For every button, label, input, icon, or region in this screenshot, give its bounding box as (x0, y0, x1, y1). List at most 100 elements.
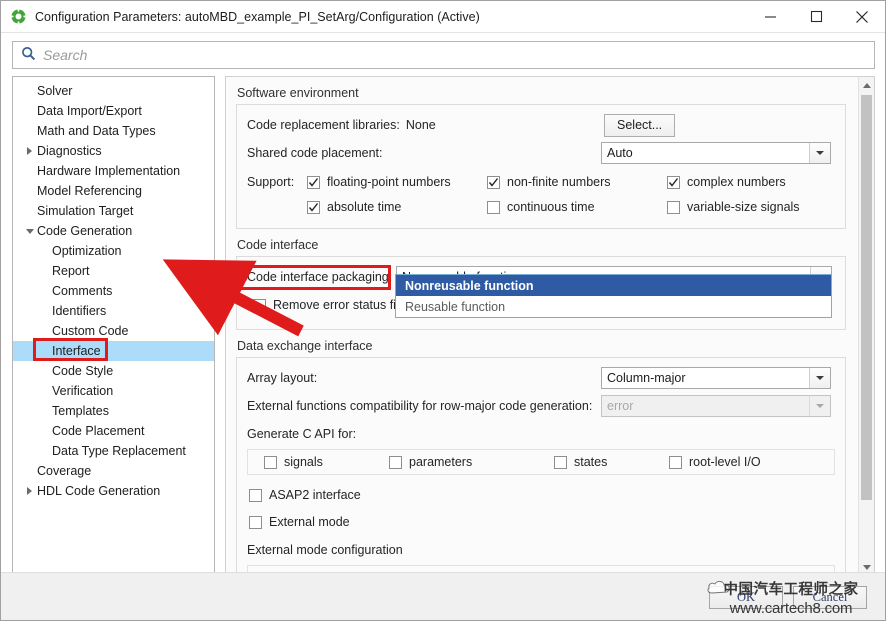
checkbox-label: External mode (269, 515, 350, 529)
checkbox-box[interactable] (667, 200, 680, 214)
footer-buttons: OK Cancel (709, 586, 867, 609)
checkbox-box[interactable] (249, 515, 262, 529)
scrollbar-thumb[interactable] (861, 95, 872, 500)
shared-code-placement-combo[interactable]: Auto (601, 142, 831, 164)
tree-item-label: Code Generation (37, 224, 133, 238)
array-layout-label: Array layout: (247, 371, 318, 385)
generate-c-api-label: Generate C API for: (247, 427, 357, 441)
checkbox-box[interactable] (669, 455, 682, 469)
tree-item-simulation-target[interactable]: Simulation Target (13, 201, 214, 221)
ok-button[interactable]: OK (709, 586, 783, 609)
software-environment-title: Software environment (237, 86, 359, 100)
checkbox-floating-point-numbers[interactable]: floating-point numbers (307, 175, 487, 189)
interface-settings-panel: Software environment Code replacement li… (225, 76, 858, 576)
tree-item-coverage[interactable]: Coverage (13, 461, 214, 481)
tree-item-label: Templates (52, 404, 109, 418)
checkbox-c-api-root-level-io[interactable]: root-level I/O (669, 455, 761, 469)
array-layout-combo[interactable]: Column-major (601, 367, 831, 389)
checkbox-asap2-interface[interactable]: ASAP2 interface (249, 488, 361, 502)
external-functions-compat-row: External functions compatibility for row… (247, 394, 835, 418)
chevron-right-icon[interactable] (22, 487, 37, 495)
tree-item-model-referencing[interactable]: Model Referencing (13, 181, 214, 201)
minimize-button[interactable] (747, 1, 793, 32)
settings-tree[interactable]: Solver Data Import/Export Math and Data Ty… (12, 76, 215, 576)
tree-item-hdl-code-generation[interactable]: HDL Code Generation (13, 481, 214, 501)
checkbox-c-api-parameters[interactable]: parameters (389, 455, 554, 469)
simulink-icon (10, 8, 27, 25)
tree-item-data-type-replacement[interactable]: Data Type Replacement (13, 441, 214, 461)
settings-panel-wrap: Software environment Code replacement li… (225, 76, 875, 576)
code-interface-title: Code interface (237, 238, 319, 252)
software-environment-group: Code replacement libraries: None Select.… (236, 104, 846, 229)
tree-item-hardware-implementation[interactable]: Hardware Implementation (13, 161, 214, 181)
checkbox-box[interactable] (253, 298, 266, 312)
checkbox-label: non-finite numbers (507, 175, 611, 189)
tree-item-interface[interactable]: Interface (13, 341, 214, 361)
support-label: Support: (247, 175, 295, 189)
checkbox-remove-error-status-field[interactable]: Remove error status fie (253, 298, 403, 312)
chevron-down-icon[interactable] (22, 228, 37, 234)
asap2-row: ASAP2 interface (247, 483, 835, 507)
tree-item-label: Code Style (52, 364, 114, 378)
tree-item-custom-code[interactable]: Custom Code (13, 321, 214, 341)
checkbox-box[interactable] (554, 455, 567, 469)
checkbox-external-mode[interactable]: External mode (249, 515, 350, 529)
tree-item-code-placement[interactable]: Code Placement (13, 421, 214, 441)
tree-item-diagnostics[interactable]: Diagnostics (13, 141, 214, 161)
checkbox-c-api-states[interactable]: states (554, 455, 669, 469)
tree-item-data-import-export[interactable]: Data Import/Export (13, 101, 214, 121)
external-mode-configuration-label: External mode configuration (247, 543, 403, 557)
search-placeholder: Search (43, 47, 88, 63)
shared-code-placement-row: Shared code placement: Auto (247, 141, 835, 165)
checkbox-box[interactable] (307, 200, 320, 214)
checkbox-absolute-time[interactable]: absolute time (307, 200, 487, 214)
tree-item-code-style[interactable]: Code Style (13, 361, 214, 381)
tree-item-label: Data Import/Export (37, 104, 142, 118)
checkbox-label: signals (284, 455, 323, 469)
checkbox-box[interactable] (389, 455, 402, 469)
checkbox-box[interactable] (307, 175, 320, 189)
code-interface-packaging-dropdown[interactable]: Nonreusable function Reusable function (395, 274, 832, 318)
tree-item-verification[interactable]: Verification (13, 381, 214, 401)
cancel-button[interactable]: Cancel (793, 586, 867, 609)
tree-item-label: Math and Data Types (37, 124, 156, 138)
checkbox-c-api-signals[interactable]: signals (264, 455, 389, 469)
data-exchange-interface-title: Data exchange interface (237, 339, 373, 353)
tree-item-label: Diagnostics (37, 144, 102, 158)
checkbox-continuous-time[interactable]: continuous time (487, 200, 667, 214)
tree-item-templates[interactable]: Templates (13, 401, 214, 421)
checkbox-complex-numbers[interactable]: complex numbers (667, 175, 786, 189)
checkbox-box[interactable] (264, 455, 277, 469)
maximize-button[interactable] (793, 1, 839, 32)
tree-item-identifiers[interactable]: Identifiers (13, 301, 214, 321)
dropdown-option-reusable-function[interactable]: Reusable function (396, 296, 831, 317)
checkbox-box[interactable] (487, 200, 500, 214)
tree-item-solver[interactable]: Solver (13, 81, 214, 101)
checkbox-box[interactable] (667, 175, 680, 189)
panel-scrollbar[interactable] (858, 76, 875, 576)
tree-item-code-generation[interactable]: Code Generation (13, 221, 214, 241)
external-functions-compat-value: error (607, 399, 634, 413)
tree-item-report[interactable]: Report (13, 261, 214, 281)
checkbox-box[interactable] (249, 488, 262, 502)
configuration-parameters-window: Configuration Parameters: autoMBD_exampl… (0, 0, 886, 621)
checkbox-box[interactable] (487, 175, 500, 189)
search-input[interactable]: Search (12, 41, 875, 69)
dropdown-option-nonreusable-function[interactable]: Nonreusable function (396, 275, 831, 296)
tree-item-optimization[interactable]: Optimization (13, 241, 214, 261)
checkbox-variable-size-signals[interactable]: variable-size signals (667, 200, 800, 214)
scroll-up-arrow[interactable] (859, 77, 874, 93)
chevron-down-icon[interactable] (809, 143, 830, 163)
checkbox-non-finite-numbers[interactable]: non-finite numbers (487, 175, 667, 189)
chevron-down-icon[interactable] (809, 368, 830, 388)
array-layout-value: Column-major (607, 371, 686, 385)
select-button[interactable]: Select... (604, 113, 676, 137)
tree-item-math-and-data-types[interactable]: Math and Data Types (13, 121, 214, 141)
checkbox-label: absolute time (327, 200, 402, 214)
tree-item-label: HDL Code Generation (37, 484, 161, 498)
close-button[interactable] (839, 1, 885, 32)
checkbox-label: floating-point numbers (327, 175, 451, 189)
chevron-right-icon[interactable] (22, 147, 37, 155)
tree-item-comments[interactable]: Comments (13, 281, 214, 301)
checkbox-label: complex numbers (687, 175, 786, 189)
